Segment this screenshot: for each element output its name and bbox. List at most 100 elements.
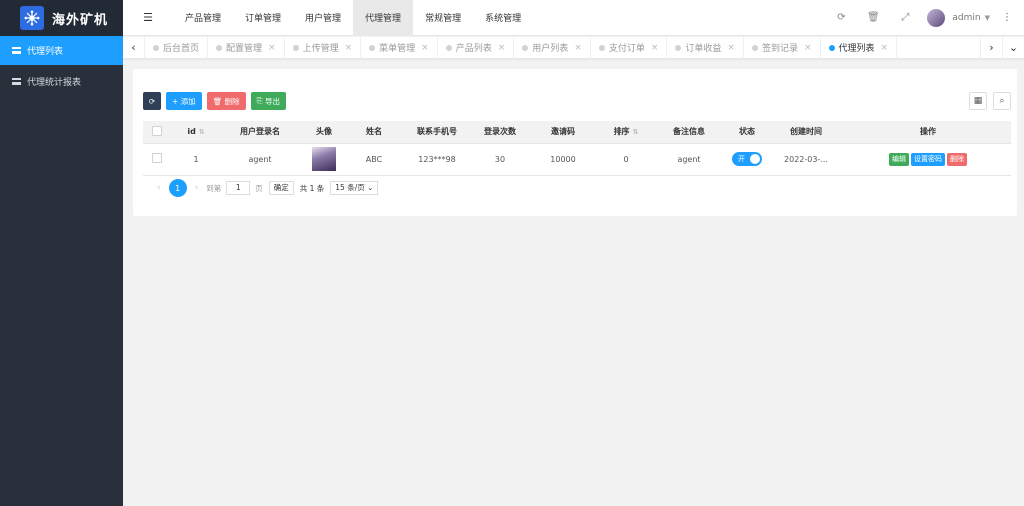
add-button[interactable]: + 添加 bbox=[166, 92, 202, 110]
sidebar-item-agent-list[interactable]: 代理列表 bbox=[0, 36, 123, 65]
prev-page-icon[interactable]: ‹ bbox=[157, 183, 161, 193]
col-avatar: 头像 bbox=[299, 121, 349, 144]
nav-item-system[interactable]: 系统管理 bbox=[473, 0, 533, 36]
nav-item-product[interactable]: 产品管理 bbox=[173, 0, 233, 36]
col-actions: 操作 bbox=[845, 121, 1011, 144]
top-nav: 产品管理 订单管理 用户管理 代理管理 常规管理 系统管理 bbox=[173, 0, 533, 36]
sidebar-item-agent-report[interactable]: 代理统计报表 bbox=[0, 67, 123, 96]
select-all-header[interactable] bbox=[143, 121, 171, 144]
tab-label: 产品列表 bbox=[455, 44, 492, 54]
export-button[interactable]: ⎘ 导出 bbox=[250, 92, 286, 110]
chevron-down-icon: ⌄ bbox=[367, 183, 374, 192]
close-icon[interactable]: × bbox=[268, 43, 276, 53]
tab-item[interactable]: 配置管理 × bbox=[208, 36, 285, 59]
sidebar-item-label: 代理统计报表 bbox=[27, 78, 82, 88]
trash-icon[interactable]: 🗑 bbox=[857, 12, 889, 23]
tab-dot-icon bbox=[675, 44, 682, 51]
cell-sort: 0 bbox=[601, 143, 651, 176]
table-toolbar: ⟳ + 添加 🗑 删除 ⎘ 导出 bbox=[143, 92, 291, 110]
page-current[interactable]: 1 bbox=[168, 179, 187, 197]
table-tools: ▦ ⌕ bbox=[963, 92, 1011, 110]
sort-icon[interactable]: ⇅ bbox=[199, 128, 205, 136]
col-login: 用户登录名 bbox=[221, 121, 299, 144]
add-label: 添加 bbox=[180, 96, 196, 106]
next-page-icon[interactable]: › bbox=[195, 183, 199, 193]
col-sort[interactable]: 排序 ⇅ bbox=[601, 121, 651, 144]
chevron-down-icon[interactable]: ▼ bbox=[985, 14, 990, 22]
nav-item-general[interactable]: 常规管理 bbox=[413, 0, 473, 36]
columns-icon[interactable]: ▦ bbox=[969, 92, 987, 110]
confirm-button[interactable]: 确定 bbox=[268, 181, 294, 195]
close-icon[interactable]: × bbox=[727, 43, 735, 53]
row-delete-button[interactable]: 删除 bbox=[947, 152, 967, 166]
select-all-checkbox[interactable] bbox=[152, 125, 162, 136]
tab-label: 上传管理 bbox=[302, 44, 339, 54]
tab-item[interactable]: 菜单管理 × bbox=[361, 36, 438, 59]
tab-label: 签到记录 bbox=[761, 44, 798, 54]
cell-login: agent bbox=[221, 143, 299, 176]
refresh-button[interactable]: ⟳ bbox=[143, 92, 161, 110]
page-unit: 页 bbox=[255, 183, 263, 193]
search-icon[interactable]: ⌕ bbox=[993, 92, 1011, 110]
tab-label: 用户列表 bbox=[532, 44, 569, 54]
export-icon: ⎘ bbox=[256, 96, 263, 105]
logo-icon bbox=[20, 6, 44, 30]
tab-item[interactable]: 产品列表 × bbox=[438, 36, 515, 59]
tab-scroll-left-icon[interactable]: ‹ bbox=[123, 36, 145, 59]
col-created: 创建时间 bbox=[767, 121, 845, 144]
page-input[interactable]: 1 bbox=[226, 181, 251, 195]
tab-dot-icon bbox=[828, 44, 835, 51]
col-logins: 登录次数 bbox=[475, 121, 525, 144]
fullscreen-icon[interactable]: ⤢ bbox=[889, 12, 921, 23]
row-checkbox[interactable] bbox=[152, 153, 162, 163]
menu-toggle-icon[interactable]: ☰ bbox=[123, 0, 173, 36]
tab-item[interactable]: 订单收益 × bbox=[667, 36, 744, 59]
delete-button[interactable]: 🗑 删除 bbox=[206, 92, 246, 110]
close-icon[interactable]: × bbox=[421, 43, 429, 53]
tab-item[interactable]: 代理列表 × bbox=[821, 36, 898, 59]
nav-item-agent[interactable]: 代理管理 bbox=[353, 0, 414, 36]
status-toggle[interactable]: 开 bbox=[732, 152, 762, 166]
goto-label: 到第 bbox=[206, 183, 222, 193]
logo[interactable]: 海外矿机 bbox=[0, 0, 123, 36]
tab-item[interactable]: 签到记录 × bbox=[744, 36, 821, 59]
col-name: 姓名 bbox=[349, 121, 399, 144]
refresh-icon[interactable]: ⟳ bbox=[825, 12, 857, 23]
cell-remark: agent bbox=[651, 143, 727, 176]
cell-invite: 10000 bbox=[525, 143, 601, 176]
agent-table: id ⇅ 用户登录名 头像 姓名 联系手机号 登录次数 邀请码 排序 ⇅ 备注信息 … bbox=[143, 121, 1011, 176]
more-vertical-icon[interactable]: ⋮ bbox=[1002, 12, 1012, 23]
close-icon[interactable]: × bbox=[651, 43, 659, 53]
tab-item[interactable]: 上传管理 × bbox=[285, 36, 362, 59]
tab-label: 菜单管理 bbox=[379, 44, 416, 54]
close-icon[interactable]: × bbox=[345, 43, 353, 53]
tab-menu-chevron-icon[interactable]: ⌄ bbox=[1002, 36, 1024, 59]
close-icon[interactable]: × bbox=[881, 43, 889, 53]
nav-item-order[interactable]: 订单管理 bbox=[233, 0, 293, 36]
avatar-thumbnail[interactable] bbox=[312, 147, 336, 171]
cell-avatar[interactable] bbox=[299, 143, 349, 176]
tab-item[interactable]: 支付订单 × bbox=[591, 36, 668, 59]
edit-button[interactable]: 编辑 bbox=[889, 152, 909, 166]
tab-item[interactable]: 用户列表 × bbox=[514, 36, 591, 59]
tab-dot-icon bbox=[522, 44, 529, 51]
tab-label: 订单收益 bbox=[685, 44, 722, 54]
tab-scroll-right-icon[interactable]: › bbox=[980, 36, 1002, 59]
set-password-button[interactable]: 设置密码 bbox=[911, 152, 945, 166]
content-card: ⟳ + 添加 🗑 删除 ⎘ 导出 ▦ ⌕ id ⇅ 用户登录名 头像 姓名 联系手… bbox=[133, 69, 1017, 216]
tab-dot-icon bbox=[292, 44, 299, 51]
nav-item-user[interactable]: 用户管理 bbox=[293, 0, 353, 36]
user-name[interactable]: admin bbox=[952, 13, 980, 23]
close-icon[interactable]: × bbox=[574, 43, 582, 53]
close-icon[interactable]: × bbox=[804, 43, 812, 53]
cell-name: ABC bbox=[349, 143, 399, 176]
avatar[interactable] bbox=[927, 8, 946, 27]
col-id[interactable]: id ⇅ bbox=[171, 121, 221, 144]
close-icon[interactable]: × bbox=[498, 43, 506, 53]
total-count: 共 1 条 bbox=[299, 183, 325, 193]
sort-icon[interactable]: ⇅ bbox=[633, 128, 639, 136]
col-phone: 联系手机号 bbox=[399, 121, 475, 144]
tab-item[interactable]: 后台首页 bbox=[145, 36, 209, 59]
page-size-select[interactable]: 15 条/页 ⌄ bbox=[330, 181, 379, 195]
cell-status[interactable]: 开 bbox=[727, 143, 767, 176]
